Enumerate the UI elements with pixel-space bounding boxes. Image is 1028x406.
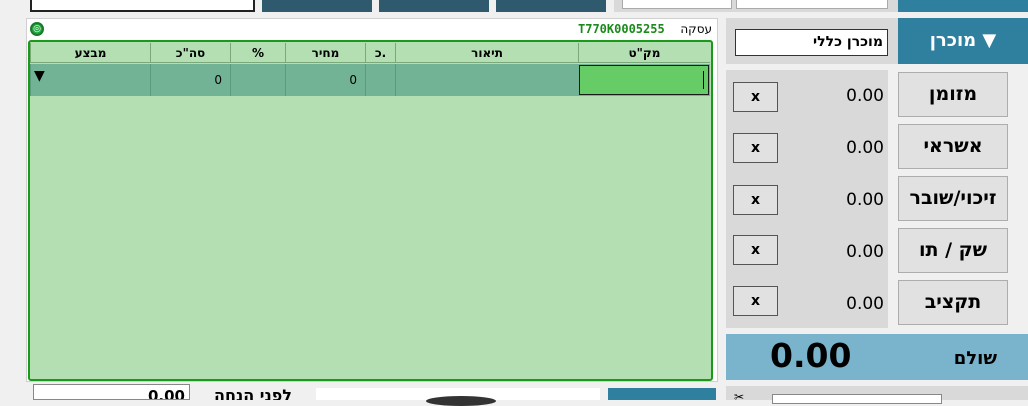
row-dropdown-arrow[interactable]: ▼ — [34, 68, 45, 84]
scissors-icon[interactable]: ✂ — [734, 390, 744, 404]
paid-label: שולם — [953, 348, 997, 369]
cell-description[interactable] — [395, 64, 578, 96]
cell-percent[interactable] — [230, 64, 285, 96]
cell-promo[interactable] — [30, 64, 150, 96]
check-clear-button[interactable]: x — [733, 235, 778, 265]
logo-shape — [426, 396, 496, 406]
cell-price[interactable]: 0 — [285, 64, 365, 96]
cell-total[interactable]: 0 — [150, 64, 230, 96]
before-discount-label: לפני הנחה — [214, 386, 292, 400]
cell-qty[interactable] — [365, 64, 395, 96]
check-amount: 0.00 — [846, 242, 884, 262]
cash-amount: 0.00 — [846, 86, 884, 106]
top-toolbar-button-1[interactable] — [262, 0, 372, 12]
budget-amount: 0.00 — [846, 294, 884, 314]
seller-input[interactable]: מוכרן כללי — [735, 29, 888, 56]
credit-amount: 0.00 — [846, 138, 884, 158]
top-teal-button[interactable] — [898, 0, 1028, 12]
item-code-input[interactable] — [579, 65, 709, 95]
paid-amount: 0.00 — [770, 336, 852, 375]
voucher-clear-button[interactable]: x — [733, 185, 778, 215]
budget-clear-button[interactable]: x — [733, 286, 778, 316]
credit-button[interactable]: אשראי — [898, 124, 1008, 169]
cash-clear-button[interactable]: x — [733, 82, 778, 112]
budget-button[interactable]: תקציב — [898, 280, 1008, 325]
header-percent[interactable]: % — [230, 43, 285, 63]
voucher-button[interactable]: זיכוי/שובר — [898, 176, 1008, 221]
top-field-2[interactable] — [736, 0, 888, 9]
top-right-fields — [614, 0, 898, 12]
bottom-center-panel — [316, 388, 600, 406]
check-button[interactable]: שק / תו — [898, 228, 1008, 273]
transaction-label: עסקה — [680, 22, 712, 36]
header-description[interactable]: תיאור — [395, 43, 578, 63]
voucher-amount: 0.00 — [846, 190, 884, 210]
top-toolbar-button-2[interactable] — [379, 0, 489, 12]
header-price[interactable]: מחיר — [285, 43, 365, 63]
before-discount-field[interactable]: 0.00 — [33, 384, 190, 400]
top-left-box[interactable] — [30, 0, 255, 12]
header-qty[interactable]: כ. — [365, 43, 395, 63]
top-toolbar-button-3[interactable] — [496, 0, 606, 12]
header-code[interactable]: מק"ט — [578, 43, 710, 63]
bottom-right-panel: ✂ — [726, 386, 1028, 404]
status-icon: ◎ — [30, 22, 44, 36]
header-total[interactable]: סה"כ — [150, 43, 230, 63]
top-field-1[interactable] — [622, 0, 732, 9]
credit-clear-button[interactable]: x — [733, 133, 778, 163]
bottom-right-field[interactable] — [772, 394, 942, 404]
cash-button[interactable]: מזומן — [898, 72, 1008, 117]
header-promo[interactable]: מבצע — [30, 43, 150, 63]
seller-dropdown-button[interactable]: מוכרן ▼ — [898, 18, 1028, 64]
bottom-teal-button[interactable] — [608, 388, 716, 400]
